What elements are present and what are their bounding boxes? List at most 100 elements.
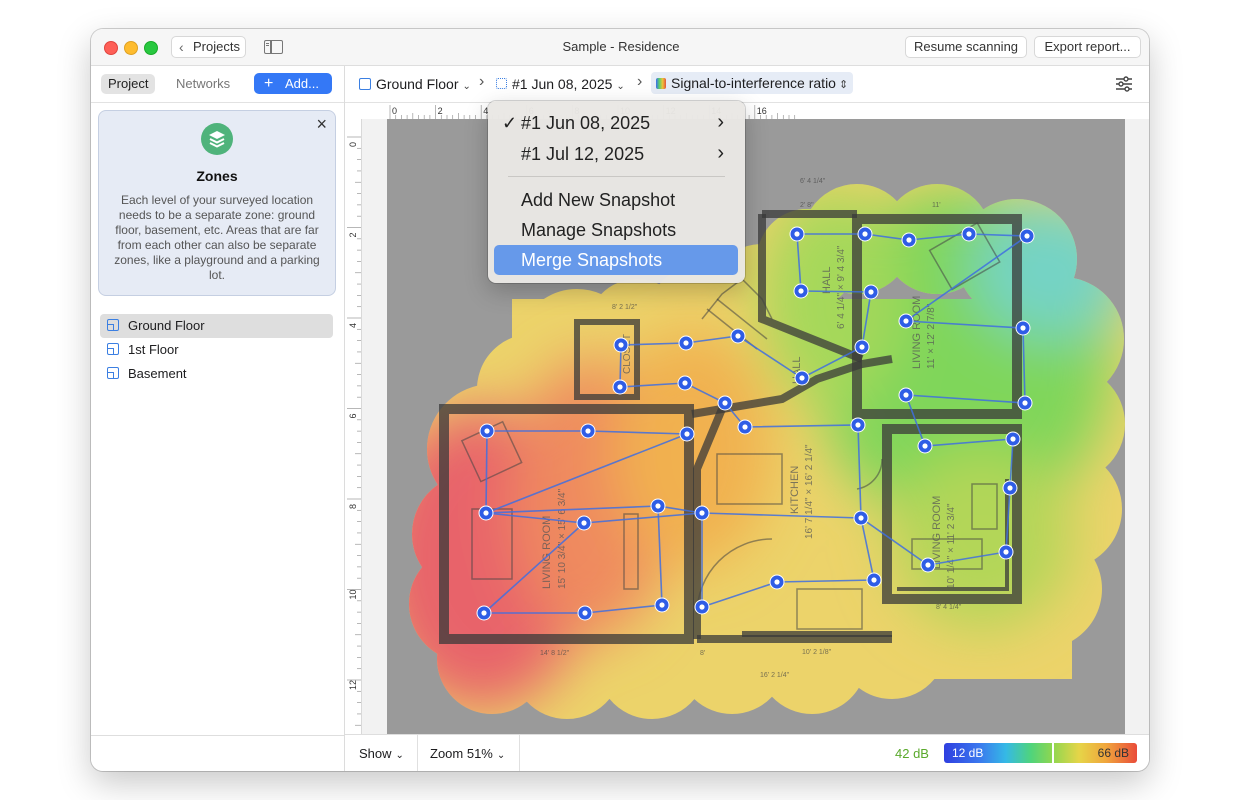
scan-route-line <box>485 430 488 514</box>
plus-icon: + <box>264 75 274 92</box>
metric-selector[interactable]: Signal-to-interference ratio ⇕ <box>651 72 854 94</box>
back-projects-button[interactable]: ‹ Projects <box>171 36 246 58</box>
tab-networks[interactable]: Networks <box>169 74 237 94</box>
room-dims: 6' 4 1/4" × 9' 4 3/4" <box>836 245 847 329</box>
menu-separator <box>508 176 725 177</box>
floor-item-basement[interactable]: Basement <box>100 362 333 386</box>
floor-item-ground[interactable]: Ground Floor <box>100 314 333 338</box>
add-button[interactable]: + Add... <box>254 73 332 94</box>
ruler-tick-label: 10 <box>348 589 358 599</box>
chevron-right-icon: › <box>717 142 724 164</box>
measurement-point-center <box>659 602 665 608</box>
menu-item-snapshot-jul[interactable]: #1 Jul 12, 2025 › <box>494 139 738 169</box>
title-bar: ‹ Projects Sample - Residence Resume sca… <box>91 29 1149 66</box>
measurement-point-center <box>906 237 912 243</box>
zones-title: Zones <box>196 168 238 184</box>
close-icon[interactable]: × <box>316 115 327 133</box>
measurement-point-center <box>618 342 624 348</box>
menu-item-add-snapshot[interactable]: Add New Snapshot <box>494 185 738 215</box>
toolbar: Ground Floor ⌄ › #1 Jun 08, 2025 ⌄ › Signa… <box>345 66 1149 103</box>
legend-marker <box>1052 743 1054 763</box>
measurement-point-center <box>617 384 623 390</box>
measurement-point-center <box>794 231 800 237</box>
layers-icon <box>201 123 233 155</box>
measurement-point-center <box>871 577 877 583</box>
snapshot-selector[interactable]: #1 Jun 08, 2025 ⌄ <box>496 74 625 97</box>
measurement-point-center <box>774 579 780 585</box>
floor-plan-icon <box>359 78 371 90</box>
measurement-point-center <box>922 443 928 449</box>
main-area: Ground Floor ⌄ › #1 Jun 08, 2025 ⌄ › Signa… <box>345 66 1149 771</box>
room-label: KITCHEN <box>789 466 801 514</box>
measurement-point-center <box>799 375 805 381</box>
resume-scanning-button[interactable]: Resume scanning <box>905 36 1027 58</box>
snapshot-label: #1 Jun 08, 2025 <box>512 76 613 92</box>
legend-gradient: 12 dB 66 dB <box>944 743 1137 763</box>
minimize-window-button[interactable] <box>124 41 138 55</box>
ruler-tick-label: 6 <box>348 413 358 418</box>
close-window-button[interactable] <box>104 41 118 55</box>
sidebar-divider <box>91 102 344 103</box>
sidebar-toggle-icon[interactable] <box>264 40 283 54</box>
show-label: Show <box>359 746 392 761</box>
chevron-left-icon: ‹ <box>179 39 184 55</box>
measurement-point-center <box>862 231 868 237</box>
floorplan-heatmap: LIVING ROOM 15' 10 3/4" × 15' 6 3/4" KIT… <box>387 119 1125 734</box>
measurement-point-center <box>684 431 690 437</box>
measurement-point-center <box>581 520 587 526</box>
room-label: LIVING ROOM <box>911 296 923 369</box>
show-menu-button[interactable]: Show ⌄ <box>359 745 404 765</box>
ruler-tick-label: 16 <box>757 106 767 116</box>
zoom-label: Zoom 51% <box>430 746 493 761</box>
measurement-point-center <box>585 428 591 434</box>
metric-label: Signal-to-interference ratio <box>671 75 836 91</box>
zone-selector[interactable]: Ground Floor ⌄ <box>359 74 471 97</box>
export-report-button[interactable]: Export report... <box>1034 36 1141 58</box>
measurement-point-center <box>1020 325 1026 331</box>
measurement-point-center <box>699 510 705 516</box>
floor-item-1st[interactable]: 1st Floor <box>100 338 333 362</box>
measurement-point-center <box>868 289 874 295</box>
measurement-point-center <box>722 400 728 406</box>
menu-item-merge-snapshots[interactable]: Merge Snapshots <box>494 245 738 275</box>
measurement-point-center <box>855 422 861 428</box>
measurement-point-center <box>484 428 490 434</box>
menu-item-manage-snapshots[interactable]: Manage Snapshots <box>494 215 738 245</box>
bottom-bar: Show ⌄ Zoom 51% ⌄ 42 dB 12 dB 66 dB <box>345 734 1149 771</box>
measurement-point-center <box>1022 400 1028 406</box>
bottom-divider <box>519 735 520 771</box>
snapshot-menu: ✓ #1 Jun 08, 2025 › #1 Jul 12, 2025 › Ad… <box>488 101 745 283</box>
measurement-point-center <box>735 333 741 339</box>
measurement-point-center <box>858 515 864 521</box>
ruler-tick-label: 4 <box>348 323 358 328</box>
room-dims: 16' 7 1/4" × 16' 2 1/4" <box>804 444 815 539</box>
add-label: Add... <box>285 76 319 91</box>
ruler-tick-label: 12 <box>348 680 358 690</box>
menu-item-snapshot-jun[interactable]: ✓ #1 Jun 08, 2025 › <box>494 108 738 138</box>
heatmap-icon <box>656 78 666 89</box>
floor-plan-icon <box>107 343 119 355</box>
floor-label: 1st Floor <box>128 342 179 357</box>
menu-item-label: #1 Jun 08, 2025 <box>521 113 651 133</box>
dimension-label: 2' 8" <box>800 202 814 209</box>
zones-info-card: × Zones Each level of your surveyed loca… <box>98 110 336 296</box>
measurement-point-center <box>742 424 748 430</box>
floor-label: Basement <box>128 366 187 381</box>
updown-chevron-icon: ⇕ <box>838 79 849 91</box>
room-dims: 10' 1/4" × 11' 2 3/4" <box>946 503 957 589</box>
filter-settings-icon[interactable] <box>1115 76 1133 92</box>
measurement-point-center <box>483 510 489 516</box>
chevron-down-icon: ⌄ <box>462 81 471 92</box>
zone-label: Ground Floor <box>376 76 459 92</box>
tab-project[interactable]: Project <box>101 74 156 94</box>
legend-max: 66 dB <box>1097 746 1129 760</box>
dimension-label: 8' <box>700 650 705 657</box>
dimension-label: 8' 2 1/2" <box>612 304 638 311</box>
zoom-window-button[interactable] <box>144 41 158 55</box>
zoom-menu-button[interactable]: Zoom 51% ⌄ <box>430 745 505 765</box>
room-label: HALL <box>821 266 833 294</box>
checkmark-icon: ✓ <box>502 113 518 133</box>
measurement-point-center <box>1010 436 1016 442</box>
heatmap-canvas[interactable]: LIVING ROOM 15' 10 3/4" × 15' 6 3/4" KIT… <box>362 119 1149 734</box>
measurement-point-center <box>859 344 865 350</box>
